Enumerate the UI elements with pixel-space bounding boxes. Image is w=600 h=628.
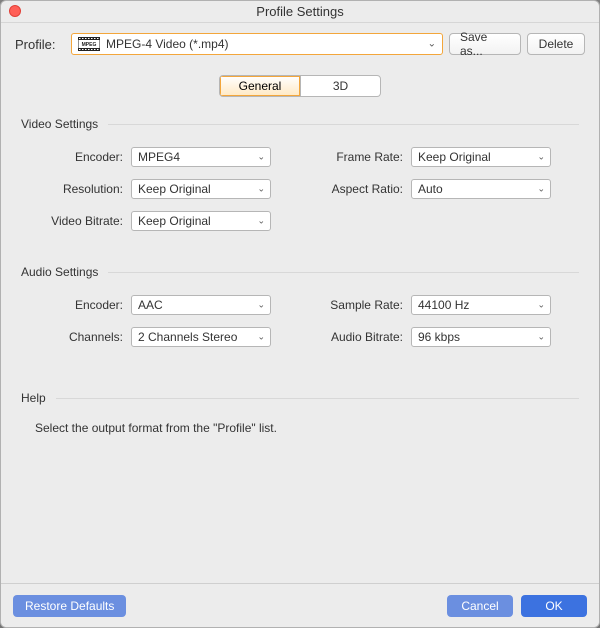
help-title: Help bbox=[21, 391, 46, 405]
close-window-button[interactable] bbox=[9, 5, 21, 17]
help-text: Select the output format from the "Profi… bbox=[35, 421, 573, 435]
channels-label: Channels: bbox=[31, 330, 131, 344]
tab-3d[interactable]: 3D bbox=[300, 76, 380, 96]
content: Profile: MPEG MPEG-4 Video (*.mp4) ⌄ bbox=[1, 23, 599, 583]
chevron-down-icon: ⌄ bbox=[537, 332, 545, 343]
chevron-down-icon: ⌄ bbox=[537, 300, 545, 311]
svg-text:MPEG: MPEG bbox=[82, 42, 97, 48]
audio-encoder-label: Encoder: bbox=[31, 298, 131, 312]
channels-select[interactable]: 2 Channels Stereo ⌄ bbox=[131, 327, 271, 347]
tab-bar: General 3D bbox=[15, 75, 585, 97]
tab-general[interactable]: General bbox=[220, 76, 300, 96]
chevron-down-icon: ⌄ bbox=[257, 216, 265, 227]
aspect-ratio-select[interactable]: Auto ⌄ bbox=[411, 179, 551, 199]
profile-select[interactable]: MPEG MPEG-4 Video (*.mp4) ⌄ bbox=[71, 33, 443, 55]
resolution-label: Resolution: bbox=[31, 182, 131, 196]
chevron-down-icon: ⌄ bbox=[257, 332, 265, 343]
chevron-down-icon: ⌄ bbox=[257, 300, 265, 311]
audio-bitrate-select[interactable]: 96 kbps ⌄ bbox=[411, 327, 551, 347]
profile-label: Profile: bbox=[15, 37, 65, 52]
audio-encoder-select[interactable]: AAC ⌄ bbox=[131, 295, 271, 315]
profile-row: Profile: MPEG MPEG-4 Video (*.mp4) ⌄ bbox=[15, 33, 585, 55]
video-settings-group: Video Settings Encoder: MPEG4 ⌄ Frame Ra… bbox=[21, 117, 579, 231]
save-as-button[interactable]: Save as... bbox=[449, 33, 521, 55]
video-settings-title: Video Settings bbox=[21, 117, 98, 131]
footer: Restore Defaults Cancel OK bbox=[1, 583, 599, 627]
sample-rate-label: Sample Rate: bbox=[311, 298, 411, 312]
restore-defaults-button[interactable]: Restore Defaults bbox=[13, 595, 126, 617]
chevron-down-icon: ⌄ bbox=[537, 184, 545, 195]
chevron-down-icon: ⌄ bbox=[257, 152, 265, 163]
video-bitrate-label: Video Bitrate: bbox=[31, 214, 131, 228]
audio-bitrate-label: Audio Bitrate: bbox=[311, 330, 411, 344]
aspect-ratio-label: Aspect Ratio: bbox=[311, 182, 411, 196]
chevron-down-icon: ⌄ bbox=[257, 184, 265, 195]
video-encoder-select[interactable]: MPEG4 ⌄ bbox=[131, 147, 271, 167]
audio-settings-title: Audio Settings bbox=[21, 265, 98, 279]
frame-rate-select[interactable]: Keep Original ⌄ bbox=[411, 147, 551, 167]
profile-selected-value: MPEG-4 Video (*.mp4) bbox=[106, 37, 229, 51]
sample-rate-select[interactable]: 44100 Hz ⌄ bbox=[411, 295, 551, 315]
audio-settings-group: Audio Settings Encoder: AAC ⌄ Sample Rat… bbox=[21, 265, 579, 347]
titlebar: Profile Settings bbox=[1, 1, 599, 23]
chevron-down-icon: ⌄ bbox=[428, 39, 436, 50]
ok-button[interactable]: OK bbox=[521, 595, 587, 617]
mpeg-format-icon: MPEG bbox=[78, 37, 100, 51]
resolution-select[interactable]: Keep Original ⌄ bbox=[131, 179, 271, 199]
chevron-down-icon: ⌄ bbox=[537, 152, 545, 163]
video-bitrate-select[interactable]: Keep Original ⌄ bbox=[131, 211, 271, 231]
frame-rate-label: Frame Rate: bbox=[311, 150, 411, 164]
video-encoder-label: Encoder: bbox=[31, 150, 131, 164]
help-group: Help Select the output format from the "… bbox=[21, 391, 579, 435]
window-controls bbox=[9, 5, 61, 17]
delete-button[interactable]: Delete bbox=[527, 33, 585, 55]
window: Profile Settings Profile: MPEG MPEG-4 Vi… bbox=[0, 0, 600, 628]
window-title: Profile Settings bbox=[256, 4, 343, 19]
cancel-button[interactable]: Cancel bbox=[447, 595, 513, 617]
